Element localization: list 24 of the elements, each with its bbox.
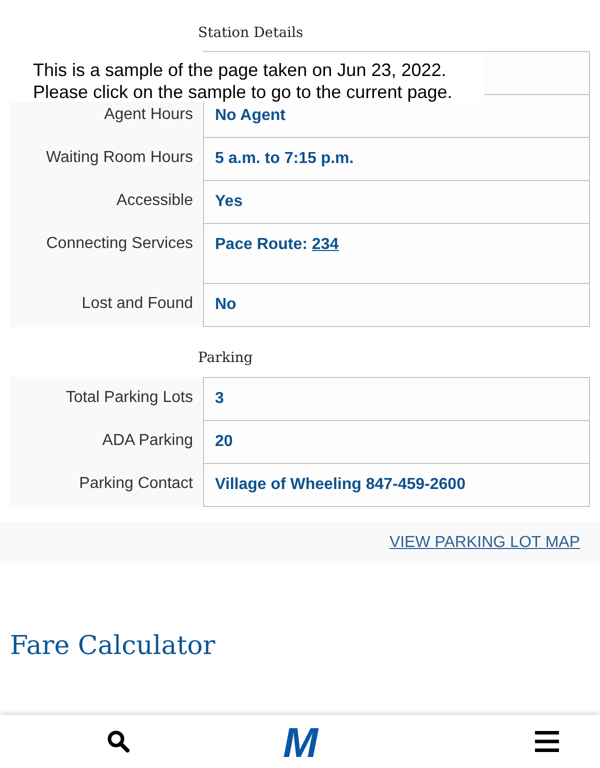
row-label: Lost and Found bbox=[82, 295, 193, 312]
route-link[interactable]: 234 bbox=[312, 236, 339, 253]
table-cell: 20 bbox=[203, 420, 590, 463]
section-heading: Parking bbox=[198, 349, 253, 368]
table-cell: No bbox=[203, 283, 590, 327]
row-label: Total Parking Lots bbox=[66, 389, 193, 406]
value-text: Pace Route: bbox=[215, 236, 308, 253]
archive-notice[interactable]: This is a sample of the page taken on Jun 23, 2022. Please click on the sample to go to the current page. bbox=[10, 52, 484, 102]
table-cell: Village of Wheeling 847-459-2600 bbox=[203, 463, 590, 507]
row-label: Agent Hours bbox=[104, 106, 193, 123]
row-label: Accessible bbox=[116, 192, 193, 209]
table-cell: 3 bbox=[203, 377, 590, 420]
table-cell: 5 a.m. to 7:15 p.m. bbox=[203, 137, 590, 180]
table-cell: Yes bbox=[203, 180, 590, 223]
section-heading: Station Details bbox=[198, 24, 304, 43]
logo[interactable]: M bbox=[283, 724, 317, 760]
row-label: ADA Parking bbox=[102, 432, 193, 449]
row-label: Connecting Services bbox=[46, 235, 193, 252]
search-icon[interactable] bbox=[106, 730, 130, 753]
row-label: Waiting Room Hours bbox=[46, 149, 193, 166]
map-link[interactable]: VIEW PARKING LOT MAP bbox=[389, 533, 580, 552]
page-heading: Fare Calculator bbox=[10, 630, 216, 663]
menu-icon[interactable] bbox=[535, 731, 559, 752]
row-label: Parking Contact bbox=[79, 475, 193, 492]
